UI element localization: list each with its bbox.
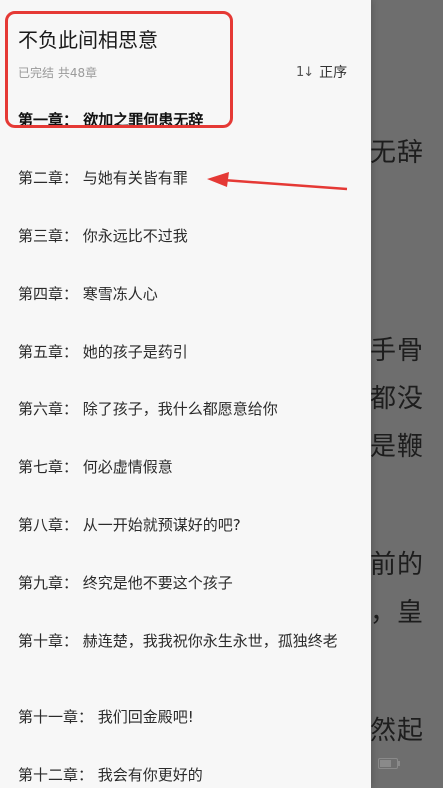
reader-text-fragment: 前的 [370,550,425,580]
battery-icon [377,757,400,769]
chapter-item[interactable]: 第七章： 何必虚情假意 [18,458,353,476]
chapter-item[interactable]: 第十一章： 我们回金殿吧! [18,708,353,726]
reader-text-fragment: 都没 [370,384,425,414]
reader-text-fragment: ，皇 [370,598,425,628]
battery-level [379,759,391,767]
chapter-item[interactable]: 第九章： 终究是他不要这个孩子 [18,574,353,592]
sort-order-label: 正序 [319,65,348,81]
reader-text-fragment: 手骨 [370,336,425,366]
chapter-item[interactable]: 第八章： 从一开始就预谋好的吧? [18,516,353,534]
chapter-item[interactable]: 第五章： 她的孩子是药引 [18,343,353,361]
chapter-item[interactable]: 第十章： 赫连楚，我我祝你永生永世，孤独终老 [18,632,353,650]
reader-text-fragment: 无辞 [370,138,425,168]
reader-text-fragment: 然起 [370,716,425,746]
annotation-arrow-icon [207,172,348,191]
annotation-highlight-box [5,11,233,128]
reader-text-fragment: 是鞭 [370,432,425,462]
chapter-item[interactable]: 第四章： 寒雪冻人心 [18,285,353,303]
chapter-item[interactable]: 第十二章： 我会有你更好的 [18,766,353,784]
chapter-item[interactable]: 第六章： 除了孩子，我什么都愿意给你 [18,400,353,418]
sort-icon: 1↓ [296,64,314,80]
sort-order-button[interactable]: 1↓ 正序 [296,62,347,82]
chapter-item[interactable]: 第三章： 你永远比不过我 [18,227,353,245]
